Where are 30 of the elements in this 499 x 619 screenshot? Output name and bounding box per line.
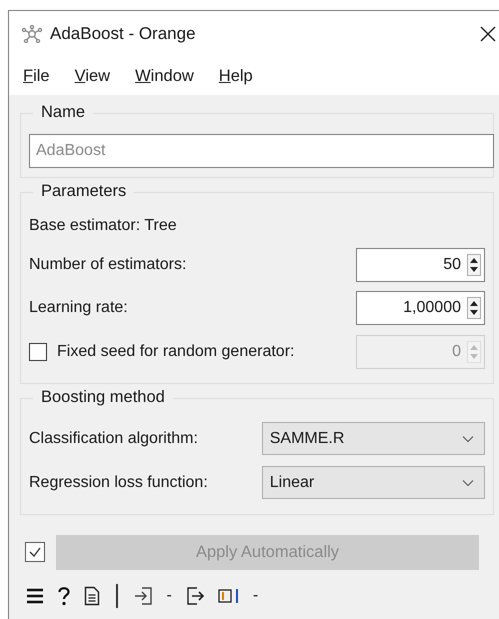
field-label: Number of estimators: xyxy=(29,256,186,274)
dropdown[interactable]: Linear xyxy=(262,466,485,499)
close-icon[interactable] xyxy=(480,26,496,42)
menu-item[interactable]: Window xyxy=(135,66,194,86)
menu-item[interactable]: Help xyxy=(218,66,253,86)
output-summary: - xyxy=(252,586,258,604)
chevron-down-icon xyxy=(462,478,474,486)
app-icon xyxy=(21,25,43,43)
dropdown[interactable]: SAMME.R xyxy=(262,422,485,455)
spin-box[interactable]: 1,00000 xyxy=(356,291,485,326)
window-title: AdaBoost - Orange xyxy=(50,24,196,44)
document-icon[interactable] xyxy=(84,586,100,606)
data-preview-icon xyxy=(218,588,240,604)
field-label: Regression loss function: xyxy=(29,474,209,492)
menu-item[interactable]: View xyxy=(74,66,110,86)
group-title: Boosting method xyxy=(33,388,173,406)
field-label: Learning rate: xyxy=(29,299,128,318)
spin-box[interactable]: 50 xyxy=(356,248,485,282)
name-field[interactable]: AdaBoost xyxy=(29,134,494,168)
menu-item[interactable]: File xyxy=(23,66,50,86)
menu-icon[interactable] xyxy=(26,588,44,604)
field-label: Classification algorithm: xyxy=(29,430,199,448)
base-estimator-label: Base estimator: Tree xyxy=(29,217,178,235)
chevron-down-icon xyxy=(462,434,474,442)
output-icon xyxy=(184,586,205,606)
input-summary: - xyxy=(166,586,172,604)
input-icon xyxy=(134,586,154,606)
help-icon[interactable] xyxy=(57,586,71,606)
checkmark-icon xyxy=(28,545,42,559)
checkbox-label: Fixed seed for random generator: xyxy=(57,342,294,361)
